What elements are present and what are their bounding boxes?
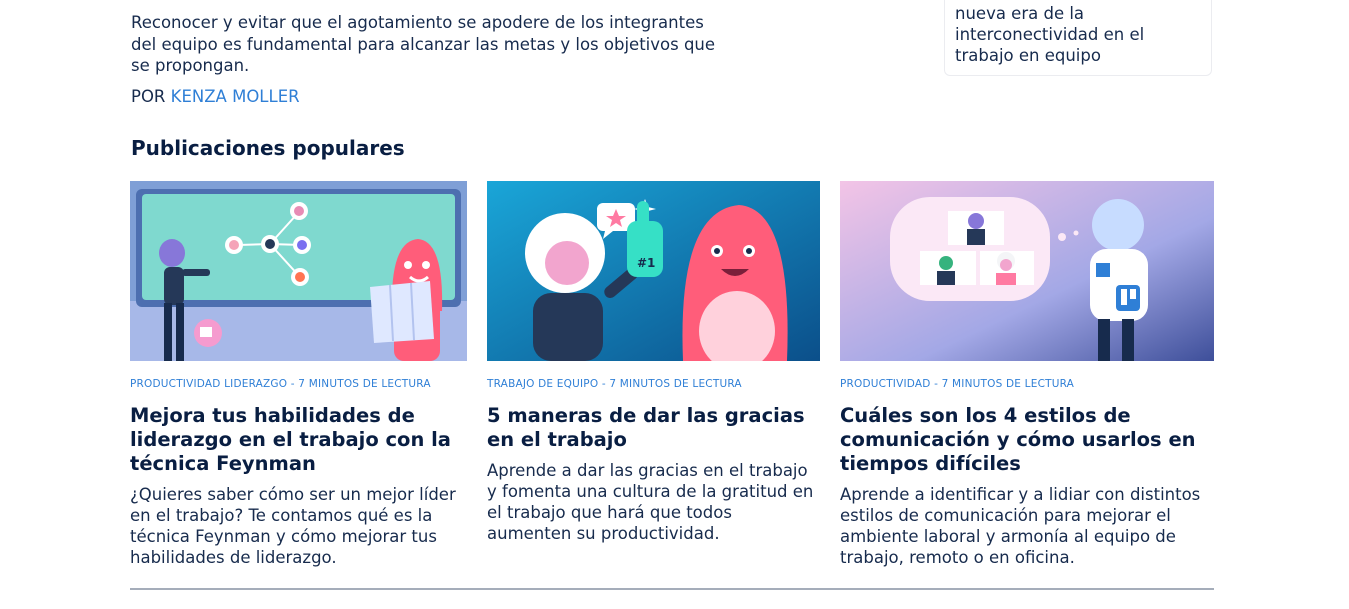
post-description: Aprende a dar las gracias en el trabajo … [487, 461, 814, 543]
post-thumbnail-leadership[interactable] [130, 181, 467, 361]
related-article-title[interactable]: nueva era de la interconectividad en el … [955, 3, 1201, 66]
popular-post-card[interactable]: PRODUCTIVIDAD - 7 MINUTOS DE LECTURA Cuá… [840, 181, 1214, 568]
post-title[interactable]: Mejora tus habilidades de liderazgo en e… [130, 404, 467, 476]
post-thumbnail-communication[interactable] [840, 181, 1214, 361]
foam-finger-label-icon: #1 [637, 256, 655, 270]
post-meta: PRODUCTIVIDAD - 7 MINUTOS DE LECTURA [840, 377, 1214, 391]
post-description: Aprende a identificar y a lidiar con dis… [840, 485, 1201, 567]
post-description: ¿Quieres saber cómo ser un mejor líder e… [130, 485, 456, 567]
article-excerpt: Reconocer y evitar que el agotamiento se… [131, 13, 716, 75]
category-link-secondary[interactable]: LIDERAZGO [224, 378, 287, 390]
post-title[interactable]: 5 maneras de dar las gracias en el traba… [487, 404, 820, 452]
post-title[interactable]: Cuáles son los 4 estilos de comunicación… [840, 404, 1214, 476]
popular-post-card[interactable]: #1 TRABAJO DE EQUIPO - 7 MINUTOS DE LECT… [487, 181, 820, 544]
post-thumbnail-gratitude[interactable]: #1 [487, 181, 820, 361]
popular-post-card[interactable]: PRODUCTIVIDAD LIDERAZGO - 7 MINUTOS DE L… [130, 181, 467, 568]
read-time: - 7 MINUTOS DE LECTURA [930, 378, 1075, 390]
gratitude-illustration-icon: #1 [487, 181, 820, 361]
section-heading: Publicaciones populares [131, 136, 405, 160]
category-link[interactable]: PRODUCTIVIDAD [840, 378, 931, 390]
related-article-card[interactable]: nueva era de la interconectividad en el … [944, 0, 1212, 76]
read-time: - 7 MINUTOS DE LECTURA [287, 378, 431, 390]
section-divider [130, 588, 1214, 590]
byline-label: POR [131, 87, 166, 106]
communication-illustration-icon [840, 181, 1214, 361]
post-meta: TRABAJO DE EQUIPO - 7 MINUTOS DE LECTURA [487, 377, 820, 391]
post-meta: PRODUCTIVIDAD LIDERAZGO - 7 MINUTOS DE L… [130, 377, 467, 391]
read-time: - 7 MINUTOS DE LECTURA [598, 378, 742, 390]
category-link[interactable]: PRODUCTIVIDAD [130, 378, 221, 390]
category-link[interactable]: TRABAJO DE EQUIPO [487, 378, 598, 390]
leadership-illustration-icon [130, 181, 467, 361]
article-byline: POR KENZA MOLLER [131, 86, 300, 108]
author-link[interactable]: KENZA MOLLER [171, 87, 300, 106]
